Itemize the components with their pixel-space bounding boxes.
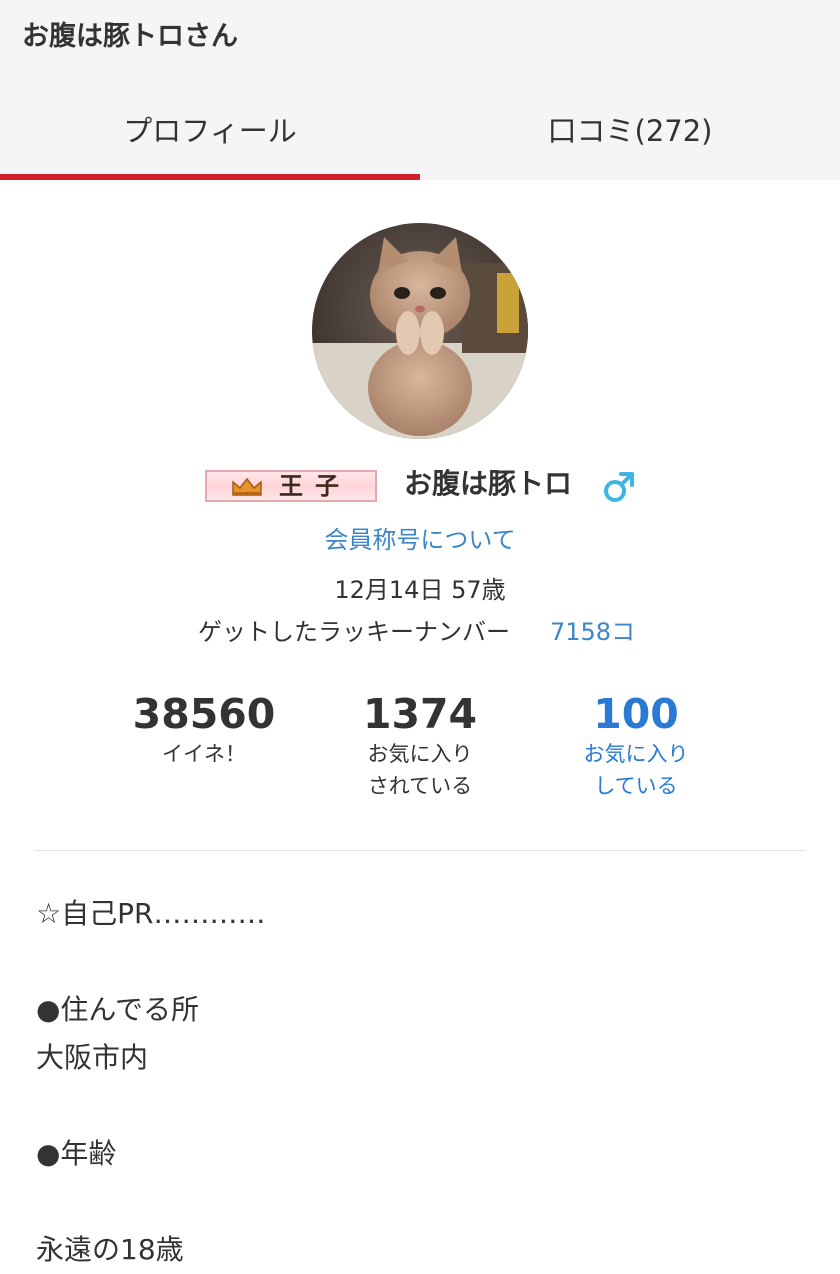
stat-likes: 38560 イイネ！ (104, 690, 304, 770)
rank-badge: 王子 (205, 470, 377, 502)
page-title: お腹は豚トロさん (22, 21, 238, 52)
profile-name-row: 王子 お腹は豚トロ (0, 466, 840, 506)
stat-likes-value: 38560 (132, 690, 276, 738)
stat-favorited-by-label: お気に入り されている (367, 742, 473, 798)
stat-favorites-value: 100 (593, 690, 679, 738)
app-header: お腹は豚トロさん プロフィール 口コミ(272) (0, 0, 840, 180)
stat-favorited-by: 1374 お気に入り されている (320, 690, 520, 802)
bio-line: ☆自己PR………… (36, 897, 266, 930)
member-title-link[interactable]: 会員称号について (0, 520, 840, 555)
bio-line (36, 1178, 816, 1226)
bio-line: 大阪市内 (36, 1041, 149, 1074)
birthday-age: 12月14日 57歳 (334, 576, 506, 604)
lucky-number-link[interactable]: 7158コ (550, 612, 635, 647)
tab-reviews[interactable]: 口コミ(272) (420, 84, 840, 180)
tab-profile[interactable]: プロフィール (0, 84, 420, 180)
stat-favorited-by-value: 1374 (362, 690, 478, 738)
self-introduction: ☆自己PR………… ●住んでる所 大阪市内 ●年齢 永遠の18歳 (36, 890, 816, 1274)
stat-likes-label: イイネ！ (162, 742, 246, 766)
bio-line: ●年齢 (36, 1137, 117, 1170)
section-divider (34, 850, 806, 851)
avatar (312, 223, 528, 439)
bio-line (36, 1082, 816, 1130)
crown-icon (232, 477, 262, 496)
male-icon (604, 472, 634, 502)
tab-reviews-label: 口コミ(272) (547, 114, 713, 148)
bio-line: ●住んでる所 (36, 993, 200, 1026)
username: お腹は豚トロ (404, 467, 573, 500)
tab-profile-label: プロフィール (123, 114, 297, 148)
bio-line (36, 938, 816, 986)
stat-favorites-label: お気に入り している (583, 742, 689, 798)
active-tab-indicator (0, 174, 420, 180)
tab-bar: プロフィール 口コミ(272) (0, 84, 840, 180)
rank-badge-label: 王子 (279, 472, 351, 500)
cat-photo (312, 223, 528, 439)
bio-line: 永遠の18歳 (36, 1233, 184, 1266)
lucky-number-label: ゲットしたラッキーナンバー (198, 618, 510, 646)
stat-favorites-link[interactable]: 100 お気に入り している (536, 690, 736, 802)
